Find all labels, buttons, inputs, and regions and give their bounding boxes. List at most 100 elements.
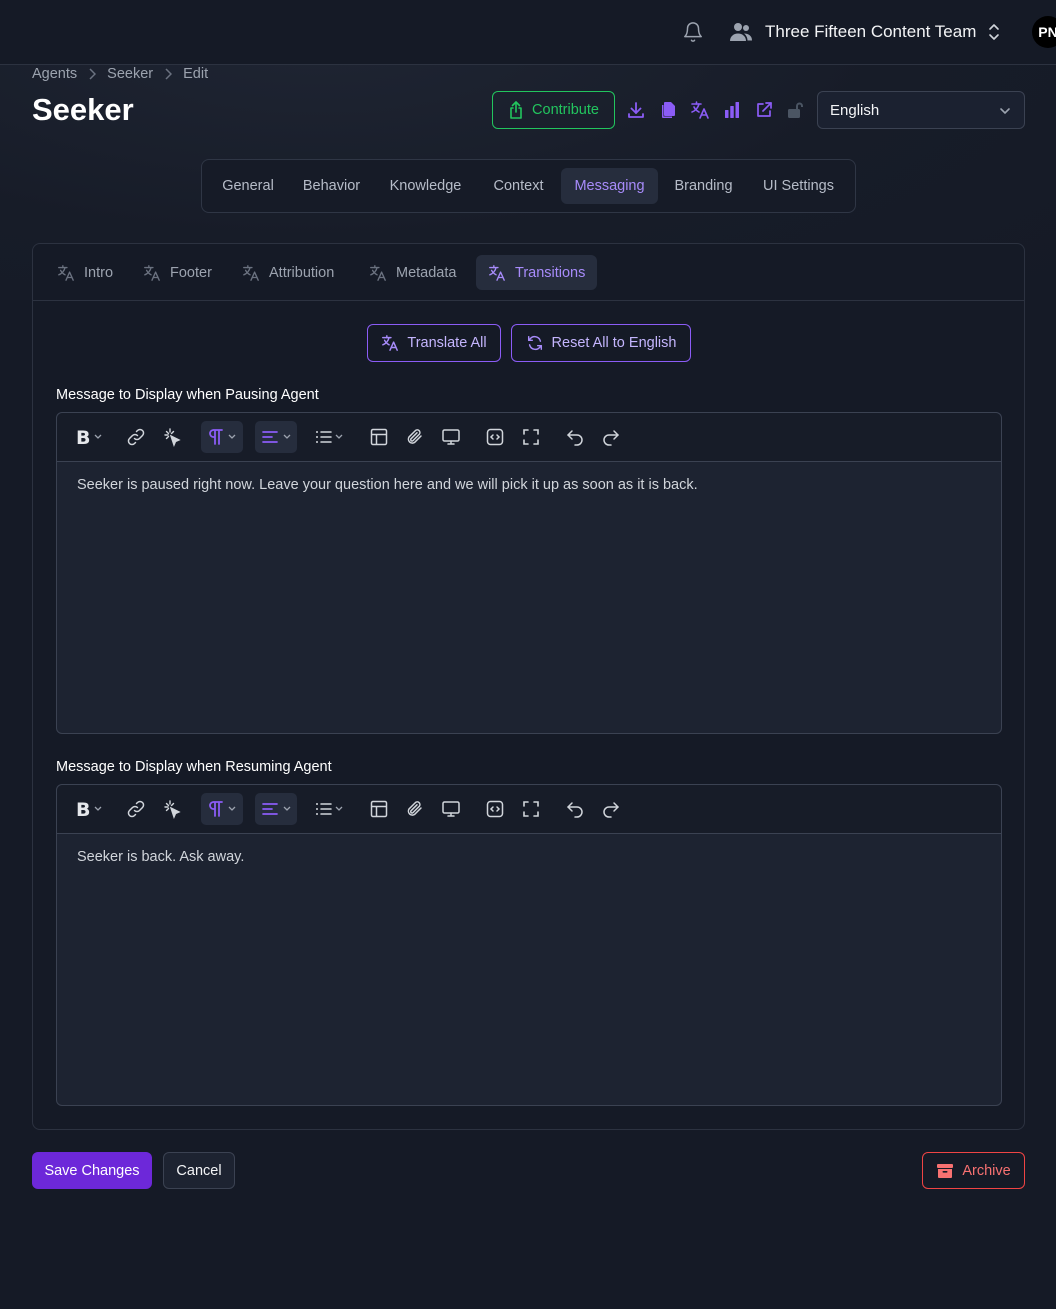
paragraph-icon	[209, 429, 236, 445]
editor-toolbar: B	[57, 413, 1001, 462]
tab-general[interactable]: General	[210, 168, 286, 204]
subtab-intro-label: Intro	[84, 264, 114, 281]
subtab-attribution-label: Attribution	[269, 264, 335, 281]
subtab-metadata[interactable]: Metadata	[357, 255, 468, 290]
save-changes-button[interactable]: Save Changes	[32, 1152, 152, 1189]
redo-button[interactable]	[599, 793, 623, 825]
fullscreen-button[interactable]	[519, 793, 543, 825]
chevron-up-down-icon[interactable]	[986, 22, 1002, 42]
paperclip-icon	[407, 429, 422, 444]
subtab-transitions[interactable]: Transitions	[476, 255, 598, 290]
svg-text:B: B	[76, 427, 90, 447]
link-button[interactable]	[123, 793, 149, 825]
resuming-message-label: Message to Display when Resuming Agent	[56, 759, 332, 775]
refresh-icon	[527, 335, 542, 351]
resuming-message-text[interactable]: Seeker is back. Ask away.	[77, 849, 244, 865]
translate-icon	[243, 264, 259, 281]
subtab-footer-label: Footer	[170, 264, 212, 281]
resuming-message-editor[interactable]: B Seeker is back. Ask away.	[56, 784, 1002, 1106]
reset-all-button[interactable]: Reset All to English	[511, 324, 691, 362]
table-button[interactable]	[367, 421, 391, 453]
link-button[interactable]	[123, 421, 149, 453]
list-dropdown-button[interactable]	[313, 421, 347, 453]
align-dropdown-button[interactable]	[255, 793, 297, 825]
subtab-attribution[interactable]: Attribution	[230, 255, 346, 290]
fullscreen-button[interactable]	[519, 421, 543, 453]
table-icon	[370, 800, 388, 818]
code-icon	[486, 800, 504, 818]
tab-context[interactable]: Context	[480, 168, 557, 204]
subtab-transitions-label: Transitions	[515, 264, 586, 281]
subtab-metadata-label: Metadata	[396, 264, 457, 281]
table-button[interactable]	[367, 793, 391, 825]
embed-button[interactable]	[439, 421, 463, 453]
bold-dropdown-button[interactable]: B	[69, 793, 107, 825]
team-name[interactable]: Three Fifteen Content Team	[765, 22, 976, 42]
subtab-intro[interactable]: Intro	[45, 255, 125, 290]
tab-branding[interactable]: Branding	[663, 168, 744, 204]
paragraph-dropdown-button[interactable]	[201, 793, 243, 825]
unlock-icon[interactable]	[786, 100, 806, 120]
pausing-message-editor[interactable]: B Seeker is paused right now. Leave your…	[56, 412, 1002, 734]
redo-icon	[603, 802, 619, 818]
monitor-icon	[442, 429, 460, 445]
page-content: Agents Seeker Edit Seeker Contribute Eng…	[0, 0, 1056, 1309]
code-button[interactable]	[483, 793, 507, 825]
avatar[interactable]: PN	[1032, 16, 1056, 48]
pausing-message-label: Message to Display when Pausing Agent	[56, 387, 319, 403]
attachment-button[interactable]	[403, 793, 427, 825]
translate-icon[interactable]	[690, 100, 710, 120]
chevron-right-icon	[153, 67, 183, 81]
paragraph-icon	[209, 801, 236, 817]
copy-icon[interactable]	[658, 100, 678, 120]
redo-button[interactable]	[599, 421, 623, 453]
editor-toolbar: B	[57, 785, 1001, 834]
tab-knowledge[interactable]: Knowledge	[377, 168, 474, 204]
translate-all-button[interactable]: Translate All	[367, 324, 501, 362]
undo-button[interactable]	[563, 793, 587, 825]
code-button[interactable]	[483, 421, 507, 453]
translate-icon	[382, 335, 399, 351]
breadcrumb-item-agents[interactable]: Agents	[32, 66, 77, 82]
language-select[interactable]: English	[817, 91, 1025, 129]
sparkle-cursor-icon	[164, 800, 181, 819]
top-navigation-bar: Three Fifteen Content Team PN	[0, 0, 1056, 65]
link-icon	[127, 428, 145, 446]
analytics-icon[interactable]	[722, 100, 742, 120]
tab-ui-settings[interactable]: UI Settings	[750, 168, 847, 204]
translate-icon	[144, 264, 160, 281]
monitor-icon	[442, 801, 460, 817]
translate-icon	[489, 264, 505, 281]
undo-button[interactable]	[563, 421, 587, 453]
tab-messaging[interactable]: Messaging	[561, 168, 658, 204]
archive-button[interactable]: Archive	[922, 1152, 1025, 1189]
contribute-button[interactable]: Contribute	[492, 91, 615, 129]
fullscreen-icon	[523, 429, 539, 445]
fullscreen-icon	[523, 801, 539, 817]
messaging-subtabs: Intro Footer Attribution Metadata Transi…	[33, 244, 1024, 301]
magic-button[interactable]	[159, 793, 185, 825]
embed-button[interactable]	[439, 793, 463, 825]
breadcrumb-item-seeker[interactable]: Seeker	[107, 66, 153, 82]
bold-dropdown-button[interactable]: B	[69, 421, 107, 453]
bell-icon[interactable]	[682, 21, 704, 43]
magic-button[interactable]	[159, 421, 185, 453]
breadcrumb-item-edit: Edit	[183, 66, 209, 82]
users-icon	[730, 23, 752, 41]
download-icon[interactable]	[626, 100, 646, 120]
list-dropdown-button[interactable]	[313, 793, 347, 825]
translate-icon	[58, 264, 74, 281]
subtab-footer[interactable]: Footer	[131, 255, 224, 290]
tab-behavior[interactable]: Behavior	[290, 168, 373, 204]
translate-icon	[370, 264, 386, 281]
attachment-button[interactable]	[403, 421, 427, 453]
align-left-icon	[262, 803, 291, 815]
external-link-icon[interactable]	[754, 100, 774, 120]
paragraph-dropdown-button[interactable]	[201, 421, 243, 453]
align-dropdown-button[interactable]	[255, 421, 297, 453]
redo-icon	[603, 430, 619, 446]
breadcrumb: Agents Seeker Edit	[32, 66, 208, 82]
pausing-message-text[interactable]: Seeker is paused right now. Leave your q…	[77, 477, 698, 493]
cancel-button[interactable]: Cancel	[163, 1152, 235, 1189]
list-icon	[316, 803, 343, 815]
